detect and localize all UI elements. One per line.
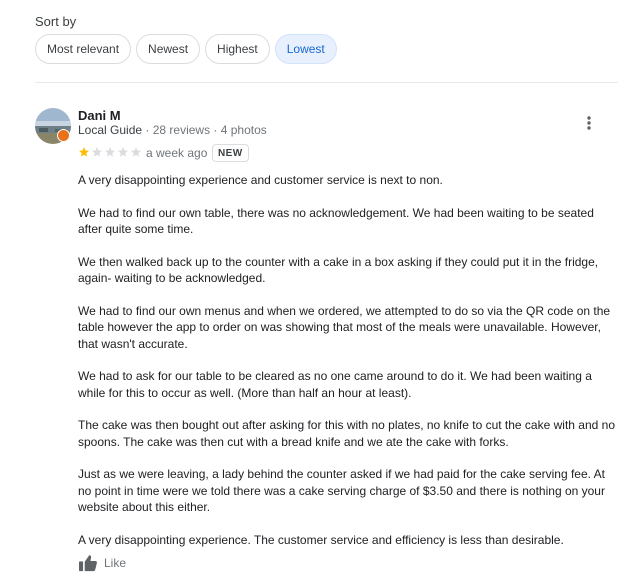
review-paragraph: We then walked back up to the counter wi… xyxy=(78,254,599,286)
review-paragraph: Just as we were leaving, a lady behind t… xyxy=(78,467,605,514)
star-icon xyxy=(131,147,141,157)
reviewer-meta: Local Guide · 28 reviews · 4 photos xyxy=(78,123,267,137)
star-icon xyxy=(105,147,115,157)
review-paragraph: The cake was then bought out after askin… xyxy=(78,418,615,449)
review-paragraph: A very disappointing experience. The cus… xyxy=(78,532,564,547)
sort-chip-most-relevant[interactable]: Most relevant xyxy=(35,34,132,64)
local-guide-label: Local Guide xyxy=(78,123,143,137)
local-guide-badge-icon xyxy=(57,129,70,142)
reviewer-name[interactable]: Dani M xyxy=(78,108,121,123)
sort-chip-newest[interactable]: Newest xyxy=(136,34,201,64)
star-icon xyxy=(79,147,89,157)
sort-chip-highest[interactable]: Highest xyxy=(205,34,270,64)
review-paragraph: We had to ask for our table to be cleare… xyxy=(78,369,592,400)
review-paragraph: We had to find our own table, there was … xyxy=(78,205,594,237)
review-paragraph: A very disappointing experience and cust… xyxy=(78,173,443,187)
new-badge: NEW xyxy=(212,144,249,162)
reviewer-stats: · 28 reviews · 4 photos xyxy=(142,123,267,137)
more-vert-icon xyxy=(587,116,591,130)
star-icon xyxy=(118,147,128,157)
thumb-up-icon xyxy=(79,555,97,572)
star-icon xyxy=(92,147,102,157)
like-button[interactable]: Like xyxy=(78,554,126,572)
more-options-button[interactable] xyxy=(581,113,597,133)
review-text: A very disappointing experience and cust… xyxy=(78,172,618,564)
divider xyxy=(35,82,618,83)
sort-chips: Most relevant Newest Highest Lowest xyxy=(35,34,337,64)
sort-label: Sort by xyxy=(35,14,77,29)
sort-chip-lowest[interactable]: Lowest xyxy=(274,34,337,64)
review-paragraph: We had to find our own menus and when we… xyxy=(78,303,611,351)
star-rating xyxy=(78,146,142,158)
review-time: a week ago xyxy=(146,146,208,160)
like-label: Like xyxy=(104,556,127,570)
